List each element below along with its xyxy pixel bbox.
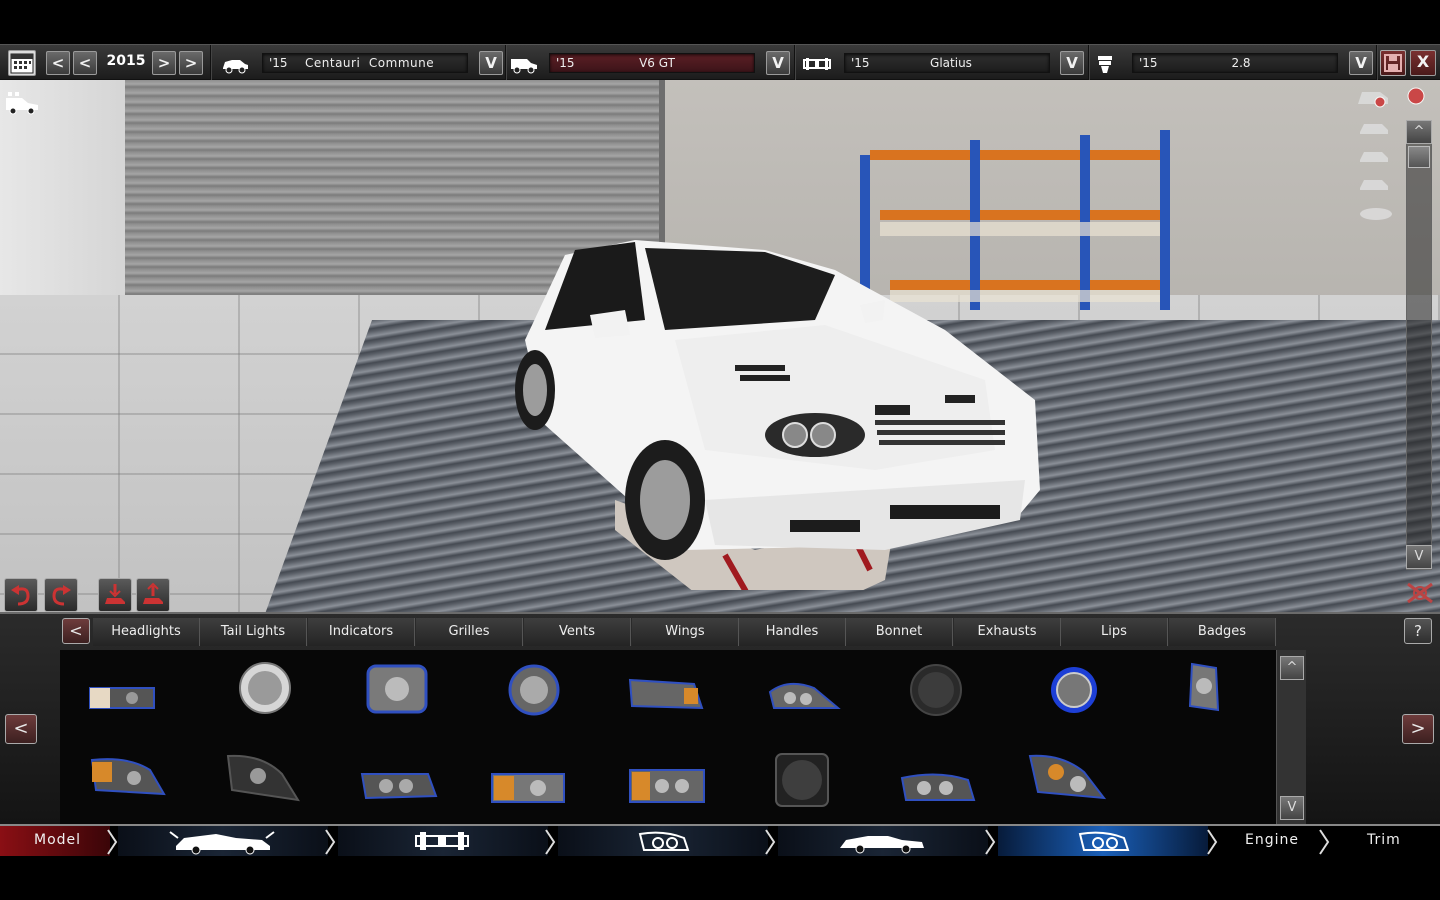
- headlight-part-13[interactable]: [488, 760, 568, 816]
- nav-engine-label[interactable]: Engine: [1245, 832, 1299, 848]
- export-car-icon: [143, 582, 163, 604]
- parts-scroll-up-button[interactable]: ^: [1280, 656, 1304, 680]
- engine-select[interactable]: '15 2.8: [1132, 53, 1338, 73]
- headlight-part-7[interactable]: [896, 662, 976, 718]
- headlight-part-15[interactable]: [762, 752, 842, 808]
- headlight-part-4[interactable]: [494, 662, 574, 718]
- tab-exhausts[interactable]: Exhausts: [954, 618, 1061, 646]
- engine-dropdown-button[interactable]: V: [1349, 51, 1373, 75]
- tab-headlights[interactable]: Headlights: [93, 618, 200, 646]
- export-button[interactable]: [136, 578, 170, 612]
- tab-indicators[interactable]: Indicators: [308, 618, 415, 646]
- headlight-part-10[interactable]: [88, 750, 168, 806]
- import-car-icon: [105, 584, 125, 604]
- reset-view-icon[interactable]: [1404, 580, 1436, 606]
- tab-grilles[interactable]: Grilles: [416, 618, 523, 646]
- nav-exterior-icon[interactable]: [836, 826, 928, 856]
- nav-chassis-icon[interactable]: [410, 826, 474, 856]
- chassis-icon: [802, 53, 832, 75]
- headlight-part-14[interactable]: [626, 758, 706, 814]
- headlight-part-16[interactable]: [898, 760, 978, 816]
- headlight-part-5[interactable]: [626, 666, 706, 722]
- close-button[interactable]: X: [1410, 50, 1436, 76]
- headlight-part-9[interactable]: [1164, 660, 1244, 716]
- tab-wings[interactable]: Wings: [632, 618, 739, 646]
- viewport-scroll-up-button[interactable]: ^: [1406, 120, 1432, 144]
- car-3d-viewport[interactable]: ^ V: [0, 80, 1440, 612]
- model-select[interactable]: '15 Centauri Commune: [262, 53, 468, 73]
- tab-lips[interactable]: Lips: [1061, 618, 1168, 646]
- tab-badges[interactable]: Badges: [1169, 618, 1276, 646]
- nav-fixtures-icon-active[interactable]: [1074, 826, 1134, 856]
- trim-select[interactable]: '15 V6 GT: [549, 53, 755, 73]
- nav-lights-icon[interactable]: [634, 826, 694, 856]
- undo-button[interactable]: [4, 578, 38, 612]
- tab-handles[interactable]: Handles: [739, 618, 846, 646]
- tab-tail-lights[interactable]: Tail Lights: [200, 618, 307, 646]
- nav-trim-label[interactable]: Trim: [1367, 832, 1401, 848]
- year-label: 2015: [106, 53, 146, 69]
- headlight-part-11[interactable]: [222, 750, 302, 806]
- nav-model-label[interactable]: Model: [34, 832, 81, 848]
- viewport-scroll-down-button[interactable]: V: [1406, 545, 1432, 569]
- viewport-scroll-thumb[interactable]: [1408, 146, 1430, 168]
- engine-piston-icon: [1094, 53, 1124, 75]
- tab-bonnet[interactable]: Bonnet: [846, 618, 953, 646]
- help-button[interactable]: ?: [1404, 618, 1432, 644]
- save-icon[interactable]: [1380, 50, 1406, 76]
- year-prev-fast-button[interactable]: <: [46, 51, 70, 75]
- year-next-button[interactable]: >: [152, 51, 176, 75]
- body-dropdown-button[interactable]: V: [1060, 51, 1084, 75]
- import-button[interactable]: [98, 578, 132, 612]
- parts-scroll-down-button[interactable]: V: [1280, 796, 1304, 820]
- redo-icon: [52, 585, 71, 606]
- trim-van-icon: [509, 53, 539, 75]
- parts-grid-scrollbar[interactable]: ^ V: [1276, 650, 1306, 826]
- parts-panel: < Headlights Tail Lights Indicators Gril…: [0, 612, 1440, 826]
- headlight-part-1[interactable]: [82, 668, 162, 724]
- headlight-part-12[interactable]: [358, 758, 438, 814]
- headlight-part-17[interactable]: [1026, 750, 1106, 806]
- headlight-part-8-selected[interactable]: [1034, 662, 1114, 718]
- view-preset-icon: [1358, 87, 1425, 108]
- parts-next-page-button[interactable]: >: [1402, 714, 1434, 744]
- body-select[interactable]: '15 Glatius: [844, 53, 1050, 73]
- headlight-part-2[interactable]: [225, 660, 305, 716]
- nav-body-style-icon[interactable]: [166, 826, 278, 856]
- headlight-part-6[interactable]: [764, 668, 844, 724]
- parts-prev-page-button[interactable]: <: [5, 714, 37, 744]
- parts-tabbar: Headlights Tail Lights Indicators Grille…: [60, 618, 1310, 646]
- workflow-nav: Model Engine Trim: [0, 824, 1440, 856]
- trim-dropdown-button[interactable]: V: [766, 51, 790, 75]
- tab-vents[interactable]: Vents: [524, 618, 631, 646]
- year-next-fast-button[interactable]: >: [179, 51, 203, 75]
- year-prev-button[interactable]: <: [73, 51, 97, 75]
- camera-view-icon[interactable]: [4, 88, 40, 118]
- undo-icon: [11, 585, 30, 606]
- top-toolbar: < < 2015 > > '15 Centauri Commune V '15 …: [0, 44, 1440, 81]
- model-dropdown-button[interactable]: V: [479, 51, 503, 75]
- viewport-scrollbar[interactable]: [1406, 120, 1432, 570]
- headlight-part-3[interactable]: [358, 662, 438, 718]
- car-model-render: [515, 240, 1040, 590]
- model-car-icon: [220, 53, 250, 75]
- redo-button[interactable]: [44, 578, 78, 612]
- parts-grid: [60, 650, 1276, 826]
- calendar-icon[interactable]: [8, 50, 36, 76]
